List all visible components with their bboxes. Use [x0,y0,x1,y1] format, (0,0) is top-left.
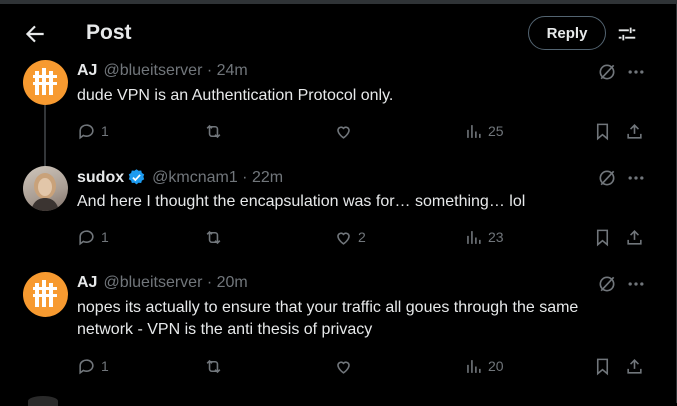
views-action[interactable]: 20 [464,355,504,377]
views-icon [467,359,481,373]
repost-icon [206,124,221,138]
handle-time[interactable]: @kmcnam1 · 22m [152,169,283,187]
tweet-text: nopes its actually to ensure that your t… [77,299,579,338]
bookmark-icon [596,358,609,375]
reply-action[interactable]: 1 [77,120,109,142]
share-icon [627,358,642,374]
back-arrow-icon[interactable] [22,21,48,47]
bookmark-action[interactable] [593,226,612,248]
views-action[interactable]: 25 [464,120,504,142]
tweet-meta: AJ @blueitserver · 20m [77,274,248,292]
next-avatar-partial [28,396,58,406]
like-icon [337,360,350,374]
tweet-text: And here I thought the encapsulation was… [77,193,526,210]
repost-action[interactable] [204,355,228,377]
tweet[interactable]: AJ @blueitserver · 20m nopes its actuall… [0,272,676,397]
share-icon [627,229,642,245]
repost-action[interactable] [204,226,228,248]
display-name[interactable]: AJ [77,62,97,80]
reply-count: 1 [101,123,109,139]
tweet[interactable]: sudox @kmcnam1 · 22m And here I thought … [0,166,676,272]
tweet-actions: 1 20 [77,355,647,377]
share-action[interactable] [625,355,644,377]
tweet-actions: 1 25 [77,120,647,142]
more-icon[interactable] [626,168,646,188]
views-icon [467,230,481,244]
bookmark-icon [596,123,609,140]
like-count: 2 [358,229,366,245]
share-action[interactable] [625,226,644,248]
display-name[interactable]: sudox [77,169,124,187]
repost-action[interactable] [204,120,228,142]
grok-icon[interactable] [597,274,617,294]
repost-icon [206,359,221,373]
like-action[interactable] [334,120,358,142]
reply-count: 1 [101,358,109,374]
tweet-actions: 1 2 23 [77,226,647,248]
share-icon [627,123,642,139]
like-icon [337,125,350,139]
grok-icon[interactable] [597,62,617,82]
tweet-meta: sudox @kmcnam1 · 22m [77,168,283,187]
handle-time[interactable]: @blueitserver · 20m [103,274,247,292]
share-action[interactable] [625,120,644,142]
filter-icon[interactable] [616,23,638,45]
reply-icon [79,358,94,374]
like-action[interactable]: 2 [334,226,366,248]
reply-count: 1 [101,229,109,245]
tweet-text: dude VPN is an Authentication Protocol o… [77,87,394,104]
verified-icon [127,168,146,187]
views-icon [467,124,481,138]
avatar[interactable] [23,166,68,211]
views-count: 25 [488,123,504,139]
bookmark-action[interactable] [593,120,612,142]
repost-icon [206,230,221,244]
handle-time[interactable]: @blueitserver · 24m [103,62,247,80]
views-count: 23 [488,229,504,245]
display-name[interactable]: AJ [77,274,97,292]
reply-icon [79,123,94,139]
bookmark-action[interactable] [593,355,612,377]
tweet[interactable]: AJ @blueitserver · 24m dude VPN is an Au… [0,60,676,168]
views-action[interactable]: 23 [464,226,504,248]
avatar[interactable] [23,272,68,317]
reply-icon [79,229,94,245]
reply-action[interactable]: 1 [77,355,109,377]
like-icon [337,231,350,245]
reply-action[interactable]: 1 [77,226,109,248]
bookmark-icon [596,229,609,246]
more-icon[interactable] [626,274,646,294]
tweet-meta: AJ @blueitserver · 24m [77,62,248,80]
thread-line [44,105,46,168]
grok-icon[interactable] [597,168,617,188]
like-action[interactable] [334,355,358,377]
page-title: Post [86,21,132,44]
avatar[interactable] [23,60,68,105]
reply-button[interactable]: Reply [528,16,606,50]
views-count: 20 [488,358,504,374]
more-icon[interactable] [626,62,646,82]
header: Post Reply [0,4,676,60]
